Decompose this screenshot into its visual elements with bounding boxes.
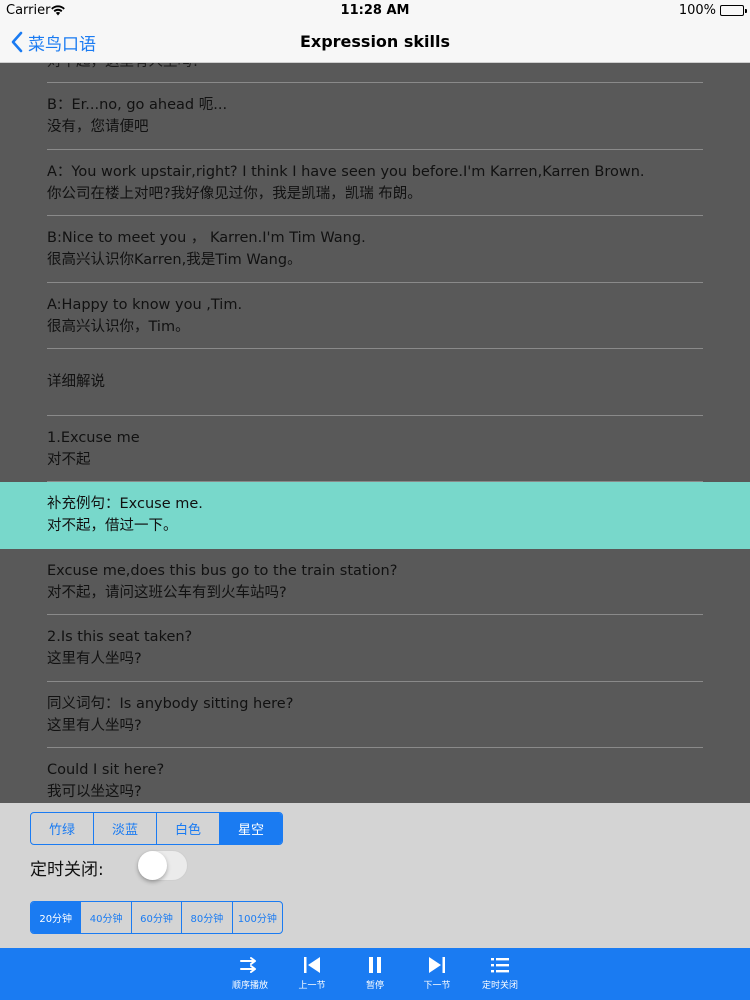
list-item-chinese: 很高兴认识你，Tim。 <box>47 318 190 335</box>
theme-option-3[interactable]: 星空 <box>220 813 282 844</box>
list-item-english: Could I sit here? <box>47 762 165 779</box>
clock: 11:28 AM <box>340 3 410 18</box>
status-bar: Carrier 11:28 AM 100% <box>0 0 750 22</box>
theme-option-2[interactable]: 白色 <box>157 813 220 844</box>
list-item-chinese: 你公司在楼上对吧?我好像见过你，我是凯瑞，凯瑞 布朗。 <box>47 185 422 202</box>
list-item[interactable]: 详细解说 <box>0 349 750 416</box>
duration-option-0[interactable]: 20分钟 <box>31 902 82 933</box>
list-item-english: A：You work upstair,right? I think I have… <box>47 163 645 180</box>
duration-option-3[interactable]: 80分钟 <box>182 902 233 933</box>
list-item-chinese: 对不起，请问这班公车有到火车站吗? <box>47 584 287 601</box>
list-item-english: 同义词句：Is anybody sitting here? <box>47 695 294 712</box>
battery-percent: 100% <box>678 3 716 18</box>
theme-option-1[interactable]: 淡蓝 <box>94 813 157 844</box>
playback-toolbar: 顺序播放 上一节 暂停 下一节 定时关闭 <box>0 948 750 1000</box>
list-item-chinese: 没有，您请便吧 <box>47 119 149 136</box>
pause-label: 暂停 <box>365 981 384 991</box>
list-item-chinese: 对不起，借过一下。 <box>47 518 178 535</box>
control-panel: 竹绿 淡蓝 白色 星空 定时关闭: 20分钟 40分钟 60分钟 80分钟 100分钟 <box>0 803 750 948</box>
timer-toggle[interactable] <box>137 850 188 881</box>
list-item-english: 详细解说 <box>47 374 105 391</box>
skip-forward-icon <box>429 957 445 973</box>
list-item[interactable]: Excuse me,does this bus go to the train … <box>0 549 750 616</box>
timer-off-button[interactable]: 定时关闭 <box>470 954 530 991</box>
list-item[interactable]: 同义词句：Is anybody sitting here? 这里有人坐吗? <box>0 682 750 749</box>
list-icon <box>491 958 509 973</box>
battery-icon <box>720 5 747 16</box>
previous-button[interactable]: 上一节 <box>282 954 342 991</box>
list-item-highlighted[interactable]: 补充例句：Excuse me. 对不起，借过一下。 <box>0 482 750 549</box>
pause-button[interactable]: 暂停 <box>345 954 405 991</box>
list-item[interactable]: B:Nice to meet you ， Karren.I'm Tim Wang… <box>0 216 750 283</box>
sequential-play-button[interactable]: 顺序播放 <box>220 954 280 991</box>
list-item-english: 补充例句：Excuse me. <box>47 496 203 513</box>
list-item[interactable]: Could I sit here? 我可以坐这吗? <box>0 748 750 803</box>
list-item[interactable]: A：You work upstair,right? I think I have… <box>0 150 750 217</box>
list-item[interactable]: 2.Is this seat taken? 这里有人坐吗? <box>0 615 750 682</box>
list-item-english: Excuse me,does this bus go to the train … <box>47 562 398 579</box>
next-label: 下一节 <box>423 981 451 991</box>
list-item[interactable]: A:Happy to know you ,Tim. 很高兴认识你，Tim。 <box>0 283 750 350</box>
list-item-partial[interactable]: 对不起，这里有人坐吗? <box>0 63 750 83</box>
list-item-chinese: 对不起 <box>47 451 91 468</box>
list-item-english: B:Nice to meet you ， Karren.I'm Tim Wang… <box>47 230 366 247</box>
timer-off-label: 定时关闭 <box>481 981 518 991</box>
previous-label: 上一节 <box>298 981 326 991</box>
duration-selector[interactable]: 20分钟 40分钟 60分钟 80分钟 100分钟 <box>30 901 283 934</box>
list-item[interactable]: B：Er...no, go ahead 呃... 没有，您请便吧 <box>0 83 750 150</box>
list-item[interactable]: 1.Excuse me 对不起 <box>0 416 750 483</box>
list-item-chinese: 这里有人坐吗? <box>47 651 142 668</box>
timer-label: 定时关闭: <box>30 860 104 880</box>
navigation-bar: 菜鸟口语 Expression skills <box>0 22 750 63</box>
duration-option-1[interactable]: 40分钟 <box>81 902 132 933</box>
list-item-chinese: 我可以坐这吗? <box>47 784 142 801</box>
list-item-chinese: 很高兴认识你Karren,我是Tim Wang。 <box>47 252 302 269</box>
page-title: Expression skills <box>299 32 451 51</box>
list-item-english: 1.Excuse me <box>47 429 140 446</box>
theme-option-0[interactable]: 竹绿 <box>31 813 94 844</box>
pause-icon <box>369 957 381 973</box>
shuffle-icon <box>240 957 256 973</box>
dialogue-list[interactable]: 对不起，这里有人坐吗? B：Er...no, go ahead 呃... 没有，您… <box>0 63 750 803</box>
list-item-chinese: 这里有人坐吗? <box>47 717 142 734</box>
sequential-play-label: 顺序播放 <box>231 981 268 991</box>
list-item-english: B：Er...no, go ahead 呃... <box>47 97 228 114</box>
list-item-english: 2.Is this seat taken? <box>47 629 193 646</box>
list-item-text: 对不起，这里有人坐吗? <box>47 63 200 73</box>
duration-option-2[interactable]: 60分钟 <box>132 902 183 933</box>
theme-selector[interactable]: 竹绿 淡蓝 白色 星空 <box>30 812 283 845</box>
duration-option-4[interactable]: 100分钟 <box>233 902 282 933</box>
skip-back-icon <box>304 957 320 973</box>
next-button[interactable]: 下一节 <box>407 954 467 991</box>
toggle-knob <box>138 851 167 880</box>
list-item-english: A:Happy to know you ,Tim. <box>47 296 243 313</box>
